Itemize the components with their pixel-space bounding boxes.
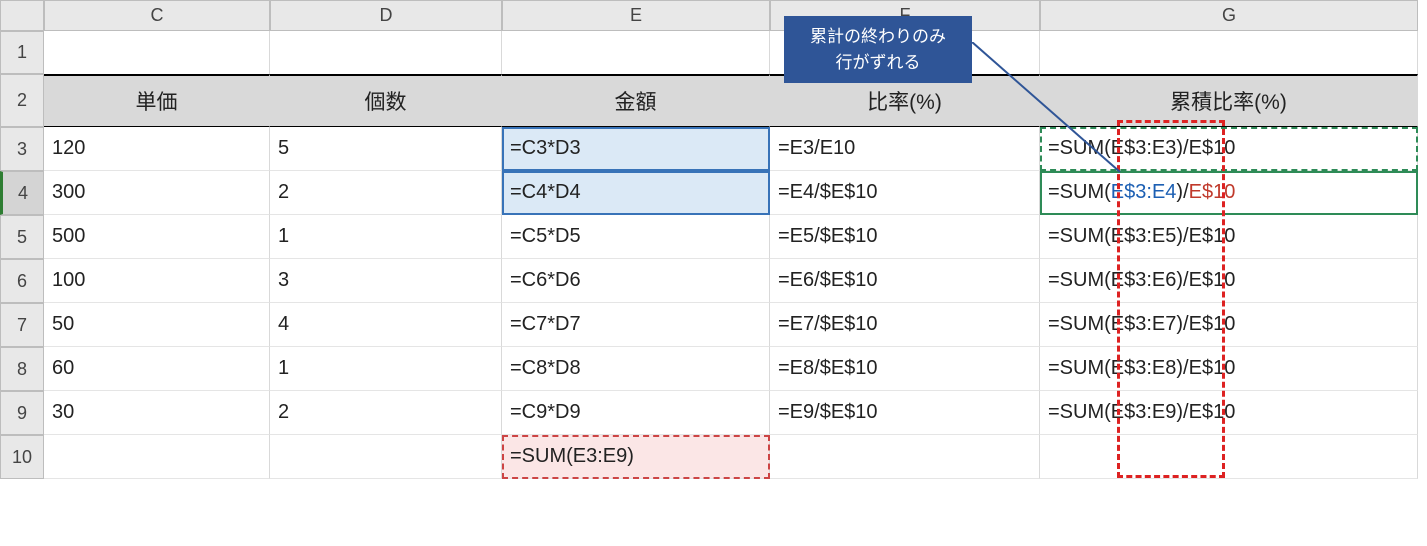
cell-f5[interactable]: =E5/$E$10: [770, 215, 1040, 259]
header-amount[interactable]: 金額: [502, 74, 770, 127]
cell-c4[interactable]: 300: [44, 171, 270, 215]
cell-e8[interactable]: =C8*D8: [502, 347, 770, 391]
row-header-9[interactable]: 9: [0, 391, 44, 435]
callout-text-line1: 累計の終わりのみ: [790, 24, 966, 50]
cell-d1[interactable]: [270, 31, 502, 74]
callout-text-line2: 行がずれる: [790, 50, 966, 76]
cell-e4[interactable]: =C4*D4: [502, 171, 770, 215]
cell-e5[interactable]: =C5*D5: [502, 215, 770, 259]
cell-g5[interactable]: =SUM(E$3:E5)/E$10: [1040, 215, 1418, 259]
header-unit-price[interactable]: 単価: [44, 74, 270, 127]
cell-g3[interactable]: =SUM(E$3:E3)/E$10: [1040, 127, 1418, 171]
cell-d7[interactable]: 4: [270, 303, 502, 347]
col-header-g[interactable]: G: [1040, 0, 1418, 31]
row-header-1[interactable]: 1: [0, 31, 44, 74]
row-header-7[interactable]: 7: [0, 303, 44, 347]
cell-c8[interactable]: 60: [44, 347, 270, 391]
header-quantity[interactable]: 個数: [270, 74, 502, 127]
row-header-3[interactable]: 3: [0, 127, 44, 171]
spreadsheet-grid[interactable]: C D E F G 1 2 単価 個数 金額 比率(%) 累積比率(%) 3 1…: [0, 0, 1427, 479]
cell-e10[interactable]: =SUM(E3:E9): [502, 435, 770, 479]
col-header-d[interactable]: D: [270, 0, 502, 31]
cell-d9[interactable]: 2: [270, 391, 502, 435]
cell-c10[interactable]: [44, 435, 270, 479]
row-header-8[interactable]: 8: [0, 347, 44, 391]
cell-c7[interactable]: 50: [44, 303, 270, 347]
annotation-callout: 累計の終わりのみ 行がずれる: [784, 16, 972, 83]
cell-f8[interactable]: =E8/$E$10: [770, 347, 1040, 391]
cell-f6[interactable]: =E6/$E$10: [770, 259, 1040, 303]
cell-e9[interactable]: =C9*D9: [502, 391, 770, 435]
cell-g9[interactable]: =SUM(E$3:E9)/E$10: [1040, 391, 1418, 435]
cell-c3[interactable]: 120: [44, 127, 270, 171]
cell-g6[interactable]: =SUM(E$3:E6)/E$10: [1040, 259, 1418, 303]
row-header-6[interactable]: 6: [0, 259, 44, 303]
cell-g4[interactable]: =SUM(E$3:E4)/E$10: [1040, 171, 1418, 215]
cell-c6[interactable]: 100: [44, 259, 270, 303]
row-header-10[interactable]: 10: [0, 435, 44, 479]
corner-cell[interactable]: [0, 0, 44, 31]
cell-c5[interactable]: 500: [44, 215, 270, 259]
cell-d5[interactable]: 1: [270, 215, 502, 259]
cell-d3[interactable]: 5: [270, 127, 502, 171]
cell-f7[interactable]: =E7/$E$10: [770, 303, 1040, 347]
row-header-5[interactable]: 5: [0, 215, 44, 259]
row-header-4[interactable]: 4: [0, 171, 44, 215]
cell-c1[interactable]: [44, 31, 270, 74]
cell-c9[interactable]: 30: [44, 391, 270, 435]
cell-f3[interactable]: =E3/E10: [770, 127, 1040, 171]
cell-g7[interactable]: =SUM(E$3:E7)/E$10: [1040, 303, 1418, 347]
cell-f9[interactable]: =E9/$E$10: [770, 391, 1040, 435]
cell-e7[interactable]: =C7*D7: [502, 303, 770, 347]
col-header-c[interactable]: C: [44, 0, 270, 31]
header-cumulative-ratio[interactable]: 累積比率(%): [1040, 74, 1418, 127]
cell-f4[interactable]: =E4/$E$10: [770, 171, 1040, 215]
cell-f10[interactable]: [770, 435, 1040, 479]
cell-d10[interactable]: [270, 435, 502, 479]
cell-d6[interactable]: 3: [270, 259, 502, 303]
cell-g1[interactable]: [1040, 31, 1418, 74]
cell-e6[interactable]: =C6*D6: [502, 259, 770, 303]
cell-g8[interactable]: =SUM(E$3:E8)/E$10: [1040, 347, 1418, 391]
cell-d4[interactable]: 2: [270, 171, 502, 215]
cell-g10[interactable]: [1040, 435, 1418, 479]
cell-e3[interactable]: =C3*D3: [502, 127, 770, 171]
cell-d8[interactable]: 1: [270, 347, 502, 391]
cell-e1[interactable]: [502, 31, 770, 74]
row-header-2[interactable]: 2: [0, 74, 44, 127]
col-header-e[interactable]: E: [502, 0, 770, 31]
